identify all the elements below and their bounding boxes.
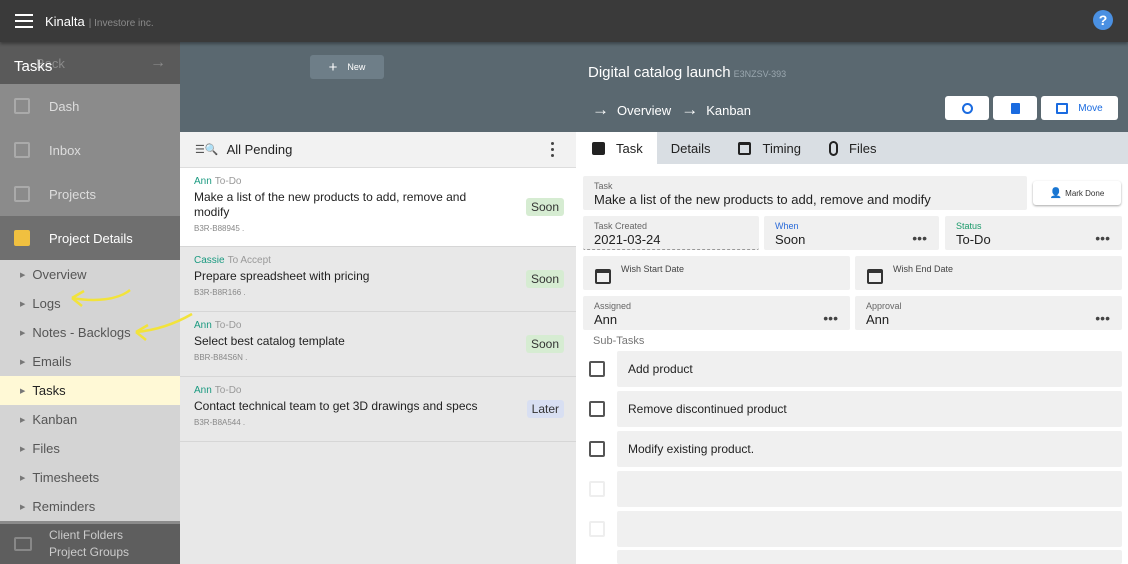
when-badge: Soon <box>525 335 564 353</box>
tab-files[interactable]: Files <box>829 132 890 164</box>
subtask-checkbox[interactable] <box>589 361 605 377</box>
task-created-field: Task Created 2021-03-24 <box>583 216 759 250</box>
tab-task[interactable]: Task <box>576 132 657 164</box>
clipboard-icon <box>592 141 605 155</box>
checklist-icon <box>14 230 30 246</box>
when-badge: Later <box>526 400 564 418</box>
mark-done-button[interactable]: 👤 Mark Done <box>1033 181 1121 205</box>
sidebar-item-projects[interactable]: Projects <box>0 172 180 216</box>
arrow-right-icon: → <box>681 100 699 119</box>
tasks-title: Tasks <box>14 58 53 75</box>
app-brand: Kinalta | Investore inc. <box>45 13 154 29</box>
submenu-reminders[interactable]: ▶ Reminders <box>0 492 180 521</box>
subtask-row-empty[interactable] <box>617 511 1122 547</box>
folder-icon <box>14 537 32 551</box>
task-row[interactable]: Cassie To Accept Prepare spreadsheet with… <box>180 247 576 312</box>
more-horiz-icon[interactable]: ••• <box>1095 230 1110 246</box>
submenu-tasks[interactable]: ▶ Tasks <box>0 376 180 405</box>
submenu-kanban[interactable]: ▶ Kanban <box>0 405 180 434</box>
approval-field[interactable]: Approval Ann ••• <box>855 296 1122 330</box>
subtask-row-empty[interactable] <box>617 471 1122 507</box>
plus-icon: + <box>328 58 338 76</box>
subtask-checkbox-empty[interactable] <box>589 481 605 497</box>
new-task-button[interactable]: + New <box>310 55 384 79</box>
more-horiz-icon[interactable]: ••• <box>1095 310 1110 326</box>
task-row[interactable]: Ann To-Do Make a list of the new products… <box>180 168 576 247</box>
calendar-icon <box>595 269 611 284</box>
more-vert-icon[interactable] <box>551 142 554 157</box>
breadcrumb-overview[interactable]: Overview <box>617 103 671 118</box>
sidebar-item-dash[interactable]: Dash <box>0 84 180 128</box>
subtask-checkbox[interactable] <box>589 401 605 417</box>
menu-icon[interactable] <box>15 14 33 28</box>
sidebar-item-client-folders[interactable]: Client Folders Project Groups <box>0 524 180 564</box>
tasks-list: Ann To-Do Make a list of the new products… <box>180 168 576 564</box>
tab-details[interactable]: Details <box>671 132 725 164</box>
subtask-row[interactable]: Remove discontinued product <box>617 391 1122 427</box>
when-badge: Soon <box>525 198 564 216</box>
project-details-submenu: ▶ Overview ▶ Logs ▶ Notes - Backlogs ▶ Email… <box>0 260 180 521</box>
breadcrumb: → Overview → Kanban <box>592 100 761 120</box>
tab-timing[interactable]: Timing <box>738 132 815 164</box>
move-button[interactable]: Move <box>1041 96 1118 120</box>
status-field[interactable]: Status To-Do ••• <box>945 216 1122 250</box>
sidebar-item-inbox[interactable]: Inbox <box>0 128 180 172</box>
subtask-row-empty[interactable] <box>617 550 1122 564</box>
help-icon[interactable]: ? <box>1093 10 1113 30</box>
subtask-checkbox-empty[interactable] <box>589 521 605 537</box>
submenu-notes-backlogs[interactable]: ▶ Notes - Backlogs <box>0 318 180 347</box>
sidebar: ← Back → Dash Inbox Projects Project Det… <box>0 42 180 564</box>
dashboard-icon <box>14 98 30 114</box>
subtask-row[interactable]: Modify existing product. <box>617 431 1122 467</box>
subtask-row[interactable]: Add product <box>617 351 1122 387</box>
top-app-bar: Kinalta | Investore inc. ? <box>0 0 1128 42</box>
wish-start-date-field[interactable]: Wish Start Date <box>583 256 850 290</box>
detail-tabs: Task Details Timing Files <box>576 132 1128 164</box>
submenu-emails[interactable]: ▶ Emails <box>0 347 180 376</box>
wish-end-date-field[interactable]: Wish End Date <box>855 256 1122 290</box>
subtask-checkbox[interactable] <box>589 441 605 457</box>
arrow-right-icon: → <box>592 100 609 119</box>
submenu-logs[interactable]: ▶ Logs <box>0 289 180 318</box>
submenu-timesheets[interactable]: ▶ Timesheets <box>0 463 180 492</box>
subtasks-label: Sub-Tasks <box>593 335 645 347</box>
timer-button[interactable] <box>945 96 989 120</box>
detail-title: Digital catalog launch E3NZSV-393 <box>588 64 787 81</box>
assigned-field[interactable]: Assigned Ann ••• <box>583 296 850 330</box>
arrow-right-icon[interactable]: → <box>150 54 166 72</box>
more-horiz-icon[interactable]: ••• <box>912 230 927 246</box>
task-row[interactable]: Ann To-Do Contact technical team to get 3… <box>180 377 576 442</box>
calendar-icon <box>867 269 883 284</box>
projects-icon <box>14 186 30 202</box>
task-row[interactable]: Ann To-Do Select best catalog template BB… <box>180 312 576 377</box>
paperclip-icon <box>829 140 839 156</box>
breadcrumb-kanban[interactable]: Kanban <box>706 103 751 118</box>
move-icon <box>1056 102 1069 114</box>
when-badge: Soon <box>525 270 564 288</box>
more-horiz-icon[interactable]: ••• <box>823 310 838 326</box>
task-field[interactable]: Task Make a list of the new products to … <box>583 176 1027 210</box>
submenu-overview[interactable]: ▶ Overview <box>0 260 180 289</box>
person-check-icon: 👤 <box>1049 187 1063 199</box>
when-field[interactable]: When Soon ••• <box>764 216 939 250</box>
sidebar-item-project-details[interactable]: Project Details <box>0 216 180 260</box>
trash-icon <box>1010 102 1020 114</box>
calendar-icon <box>738 141 752 155</box>
stopwatch-icon <box>961 102 973 114</box>
filter-search-icon: ☰🔍 <box>195 144 219 156</box>
tasks-filter[interactable]: ☰🔍 All Pending <box>180 132 576 168</box>
submenu-files[interactable]: ▶ Files <box>0 434 180 463</box>
inbox-icon <box>14 142 30 158</box>
delete-button[interactable] <box>993 96 1037 120</box>
